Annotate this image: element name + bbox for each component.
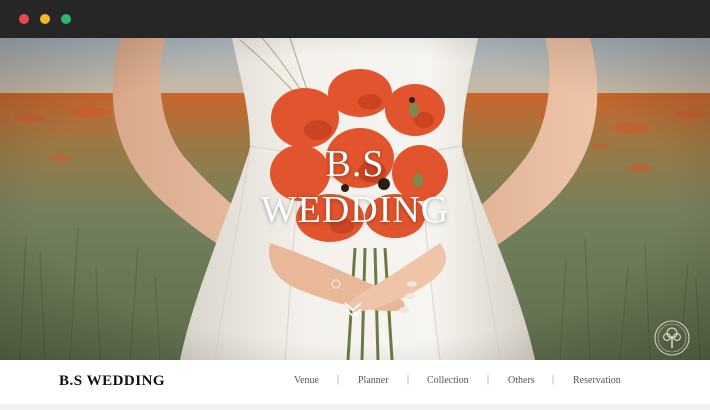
nav-item-others[interactable]: Others bbox=[508, 375, 535, 386]
hero-title-line1: B.S bbox=[325, 143, 385, 185]
chevron-double-down-icon[interactable] bbox=[342, 300, 364, 320]
nav-separator: | bbox=[487, 374, 490, 385]
nav-item-planner[interactable]: Planner bbox=[358, 375, 389, 386]
minimize-window-button[interactable] bbox=[40, 14, 50, 24]
nav-item-collection[interactable]: Collection bbox=[427, 375, 469, 386]
zoom-window-button[interactable] bbox=[61, 14, 71, 24]
nav-item-reservation[interactable]: Reservation bbox=[573, 375, 621, 386]
title-bar bbox=[0, 0, 710, 38]
nav-separator: | bbox=[552, 374, 555, 385]
brand-logo[interactable]: B.S WEDDING bbox=[59, 373, 165, 390]
nav-separator: | bbox=[407, 374, 410, 385]
tree-emblem-icon[interactable] bbox=[653, 319, 691, 357]
page-footer-strip bbox=[0, 404, 710, 410]
hero-banner: B.S WEDDING bbox=[0, 38, 710, 360]
nav-item-venue[interactable]: Venue bbox=[294, 375, 319, 386]
browser-window: B.S WEDDING B.S WEDDING Venue | Planner … bbox=[0, 0, 710, 410]
site-navbar: B.S WEDDING Venue | Planner | Collection… bbox=[0, 360, 710, 404]
close-window-button[interactable] bbox=[19, 14, 29, 24]
nav-separator: | bbox=[337, 374, 340, 385]
hero-title-line2: WEDDING bbox=[260, 189, 450, 231]
